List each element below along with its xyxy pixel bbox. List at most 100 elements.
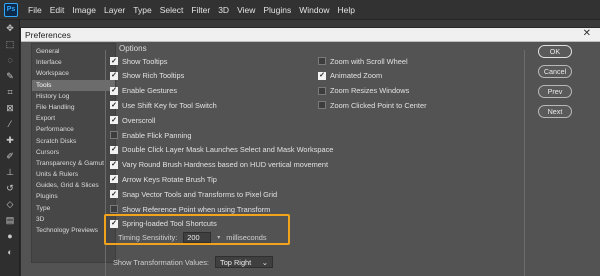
photoshop-logo: Ps bbox=[4, 2, 18, 17]
cancel-button[interactable]: Cancel bbox=[538, 65, 572, 78]
checkbox-checked[interactable]: ✓ bbox=[110, 101, 118, 110]
tools-panel: ✥ ⬚ ◌ ✎ ⌗ ⊠ ⁄ ✚ ✐ ⊥ ↺ ◇ ▤ ● ◐ bbox=[0, 20, 20, 276]
chevron-down-icon: ⌄ bbox=[261, 257, 268, 267]
option-label: Snap Vector Tools and Transforms to Pixe… bbox=[122, 189, 278, 199]
option-label: Use Shift Key for Tool Switch bbox=[122, 100, 217, 110]
stamp-tool-icon[interactable]: ⊥ bbox=[0, 164, 20, 180]
option-row[interactable]: Zoom Resizes Windows bbox=[318, 85, 409, 97]
menu-type[interactable]: Type bbox=[129, 5, 155, 15]
option-label: Enable Gestures bbox=[122, 86, 178, 96]
checkbox-checked[interactable]: ✓ bbox=[110, 145, 118, 154]
menu-select[interactable]: Select bbox=[156, 5, 188, 15]
checkbox-checked[interactable]: ✓ bbox=[318, 71, 326, 80]
prev-button[interactable]: Prev bbox=[538, 85, 572, 98]
lasso-tool-icon[interactable]: ◌ bbox=[0, 52, 20, 68]
category-item[interactable]: Cursors bbox=[32, 147, 115, 158]
checkbox-unchecked[interactable] bbox=[318, 57, 326, 65]
checkbox-unchecked[interactable] bbox=[110, 205, 118, 213]
option-row[interactable]: ✓ Show Rich Tooltips bbox=[110, 70, 184, 82]
next-button[interactable]: Next bbox=[538, 105, 572, 118]
checkbox-checked[interactable]: ✓ bbox=[110, 190, 118, 199]
crop-tool-icon[interactable]: ⌗ bbox=[0, 84, 20, 100]
marquee-tool-icon[interactable]: ⬚ bbox=[0, 36, 20, 52]
option-row[interactable]: ✓ Snap Vector Tools and Transforms to Pix… bbox=[110, 188, 277, 200]
dialog-title: Preferences bbox=[25, 29, 71, 40]
menu-layer[interactable]: Layer bbox=[100, 5, 129, 15]
category-item[interactable]: Export bbox=[32, 113, 115, 124]
option-row[interactable]: ✓ Double Click Layer Mask Launches Select… bbox=[110, 144, 333, 156]
eyedropper-tool-icon[interactable]: ⁄ bbox=[0, 116, 20, 132]
ok-button[interactable]: OK bbox=[538, 45, 572, 58]
category-item[interactable]: Tools bbox=[32, 79, 115, 91]
category-item[interactable]: Guides, Grid & Slices bbox=[32, 180, 115, 191]
transformation-values-selected: Top Right bbox=[220, 257, 252, 267]
option-label: Show Rich Tooltips bbox=[122, 71, 185, 81]
transformation-values-select[interactable]: Top Right ⌄ bbox=[215, 256, 273, 268]
category-item[interactable]: File Handling bbox=[32, 102, 115, 113]
checkbox-checked[interactable]: ✓ bbox=[110, 175, 118, 184]
category-item[interactable]: Units & Rulers bbox=[32, 169, 115, 180]
option-label: Vary Round Brush Hardness based on HUD v… bbox=[122, 160, 329, 170]
close-icon[interactable]: ✕ bbox=[583, 28, 591, 39]
option-label: Zoom Clicked Point to Center bbox=[330, 100, 427, 110]
checkbox-unchecked[interactable] bbox=[318, 101, 326, 110]
option-row[interactable]: ✓ Animated Zoom bbox=[318, 70, 382, 82]
option-label: Double Click Layer Mask Launches Select … bbox=[122, 145, 334, 155]
option-row[interactable]: ✓ Show Tooltips bbox=[110, 55, 167, 67]
chevron-down-icon[interactable]: ▾ bbox=[217, 234, 220, 241]
history-brush-tool-icon[interactable]: ↺ bbox=[0, 180, 20, 196]
transformation-values-label: Show Transformation Values: bbox=[113, 257, 209, 267]
move-tool-icon[interactable]: ✥ bbox=[0, 20, 20, 36]
menu-edit[interactable]: Edit bbox=[46, 5, 69, 15]
checkbox-unchecked[interactable] bbox=[318, 86, 326, 95]
option-row[interactable]: Enable Flick Panning bbox=[110, 129, 191, 141]
menu-filter[interactable]: Filter bbox=[187, 5, 214, 15]
checkbox-checked[interactable]: ✓ bbox=[110, 160, 118, 169]
option-row[interactable]: ✓ Use Shift Key for Tool Switch bbox=[110, 99, 217, 111]
option-label: Arrow Keys Rotate Brush Tip bbox=[122, 174, 217, 184]
brush-tool-icon[interactable]: ✐ bbox=[0, 148, 20, 164]
blur-tool-icon[interactable]: ● bbox=[0, 228, 20, 244]
quick-select-tool-icon[interactable]: ✎ bbox=[0, 68, 20, 84]
menu-plugins[interactable]: Plugins bbox=[259, 5, 295, 15]
category-item[interactable]: General bbox=[32, 46, 115, 57]
menu-help[interactable]: Help bbox=[333, 5, 358, 15]
checkbox-checked[interactable]: ✓ bbox=[110, 57, 118, 65]
category-item[interactable]: Transparency & Gamut bbox=[32, 158, 115, 169]
checkbox-checked[interactable]: ✓ bbox=[110, 71, 118, 80]
menu-image[interactable]: Image bbox=[68, 5, 100, 15]
checkbox-checked[interactable]: ✓ bbox=[110, 86, 118, 95]
category-item[interactable]: Performance bbox=[32, 124, 115, 135]
healing-tool-icon[interactable]: ✚ bbox=[0, 132, 20, 148]
menu-view[interactable]: View bbox=[233, 5, 259, 15]
option-row[interactable]: Zoom with Scroll Wheel bbox=[318, 55, 408, 67]
category-item[interactable]: Plugins bbox=[32, 191, 115, 202]
option-row[interactable]: ✓ Overscroll bbox=[110, 114, 155, 126]
app-menu-bar: Ps File Edit Image Layer Type Select Fil… bbox=[0, 0, 600, 20]
category-item[interactable]: History Log bbox=[32, 91, 115, 102]
option-row[interactable]: ✓ Enable Gestures bbox=[110, 85, 177, 97]
menu-3d[interactable]: 3D bbox=[214, 5, 233, 15]
timing-sensitivity-row: Timing Sensitivity: 200 ▾ milliseconds bbox=[118, 232, 267, 243]
dodge-tool-icon[interactable]: ◐ bbox=[0, 244, 20, 260]
option-label: Overscroll bbox=[122, 115, 156, 125]
category-item[interactable]: Scratch Disks bbox=[32, 136, 115, 147]
category-item[interactable]: Type bbox=[32, 203, 115, 214]
menu-window[interactable]: Window bbox=[295, 5, 333, 15]
gradient-tool-icon[interactable]: ▤ bbox=[0, 212, 20, 228]
option-row[interactable]: Zoom Clicked Point to Center bbox=[318, 99, 427, 111]
checkbox-unchecked[interactable] bbox=[110, 131, 118, 139]
category-item[interactable]: Workspace bbox=[32, 68, 115, 79]
option-row[interactable]: ✓ Vary Round Brush Hardness based on HUD … bbox=[110, 159, 328, 171]
checkbox-checked[interactable]: ✓ bbox=[110, 116, 118, 125]
eraser-tool-icon[interactable]: ◇ bbox=[0, 196, 20, 212]
dialog-titlebar: Preferences ✕ bbox=[21, 28, 600, 42]
category-item[interactable]: Interface bbox=[32, 57, 115, 68]
option-label: Show Reference Point when using Transfor… bbox=[122, 204, 271, 214]
option-row[interactable]: ✓ Arrow Keys Rotate Brush Tip bbox=[110, 173, 217, 185]
frame-tool-icon[interactable]: ⊠ bbox=[0, 100, 20, 116]
category-item[interactable]: Technology Previews bbox=[32, 225, 115, 236]
timing-sensitivity-input[interactable]: 200 bbox=[183, 232, 212, 243]
menu-file[interactable]: File bbox=[24, 5, 46, 15]
category-item[interactable]: 3D bbox=[32, 214, 115, 225]
